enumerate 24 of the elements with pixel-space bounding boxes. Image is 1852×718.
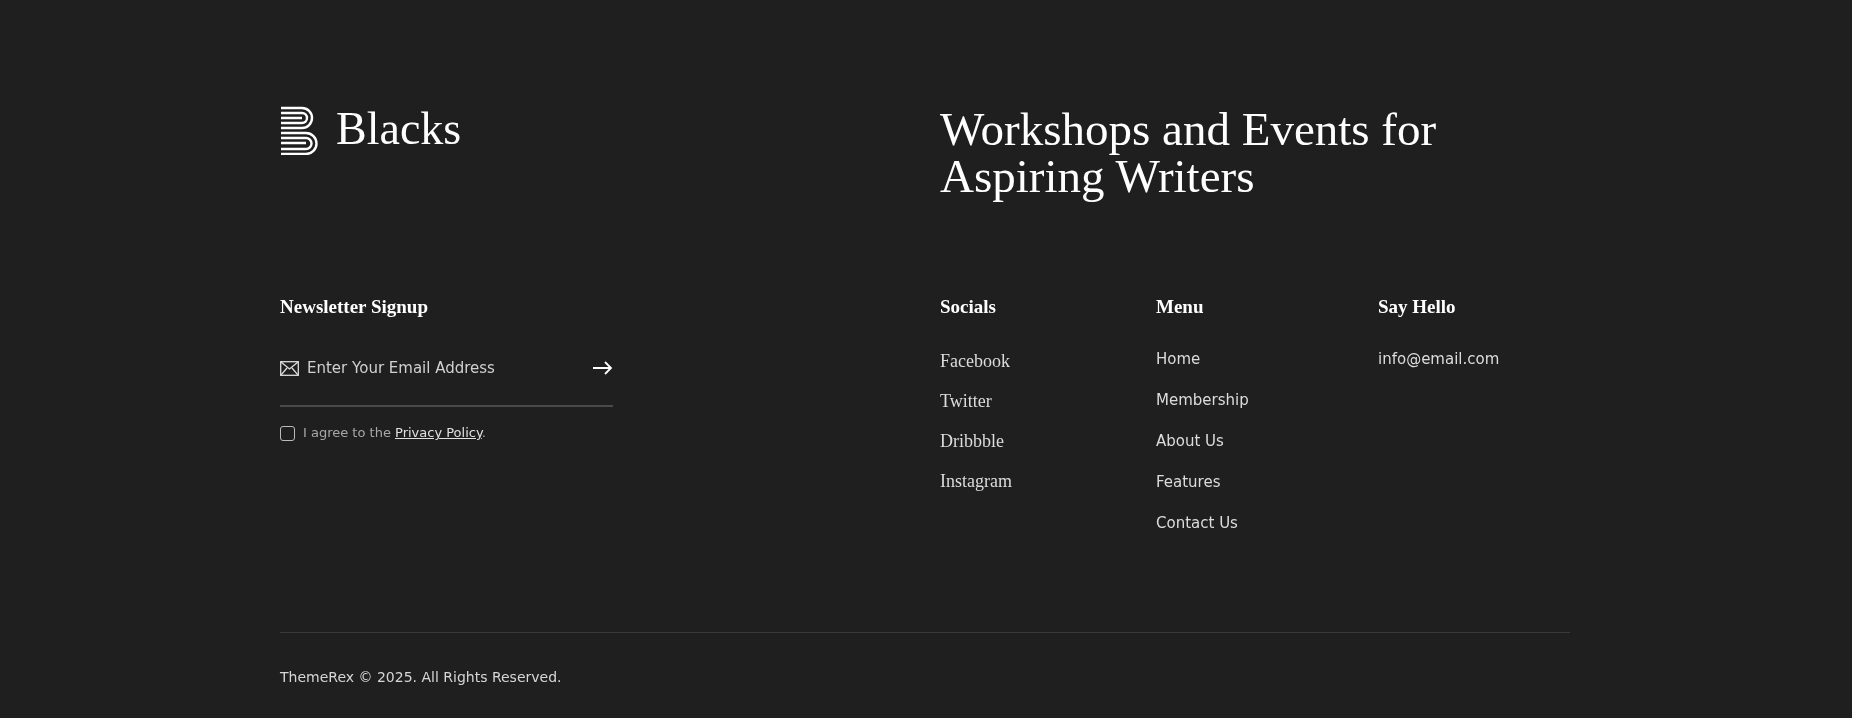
brand-name[interactable]: Blacks: [336, 106, 462, 152]
column-heading: Newsletter Signup: [280, 296, 429, 319]
copyright-text: ThemeRex © 2025. All Rights Reserved.: [280, 668, 562, 687]
menu-link[interactable]: Membership: [1156, 392, 1249, 408]
menu-link[interactable]: Features: [1156, 474, 1221, 490]
envelope-icon: [280, 360, 299, 376]
headline: Workshops and Events for Aspiring Writers: [940, 106, 1438, 200]
email-link[interactable]: info@email.com: [1378, 351, 1500, 367]
menu-link[interactable]: About Us: [1156, 433, 1224, 449]
consent-text: I agree to the Privacy Policy.: [303, 424, 486, 443]
social-link[interactable]: Dribbble: [940, 431, 1004, 450]
consent-checkbox[interactable]: [280, 425, 295, 441]
social-link[interactable]: Facebook: [940, 351, 1010, 370]
menu-link[interactable]: Home: [1156, 351, 1201, 367]
logo-icon: [280, 106, 320, 155]
column-heading: Menu: [1156, 296, 1205, 319]
menu-link[interactable]: Contact Us: [1156, 515, 1238, 531]
social-link[interactable]: Twitter: [940, 391, 992, 410]
column-heading: Socials: [940, 296, 997, 319]
social-link[interactable]: Instagram: [940, 471, 1012, 490]
email-field[interactable]: Enter Your Email Address: [307, 356, 585, 380]
column-heading: Say Hello: [1378, 296, 1457, 319]
arrow-right-icon[interactable]: [593, 361, 613, 376]
privacy-policy-link[interactable]: Privacy Policy: [395, 425, 482, 441]
